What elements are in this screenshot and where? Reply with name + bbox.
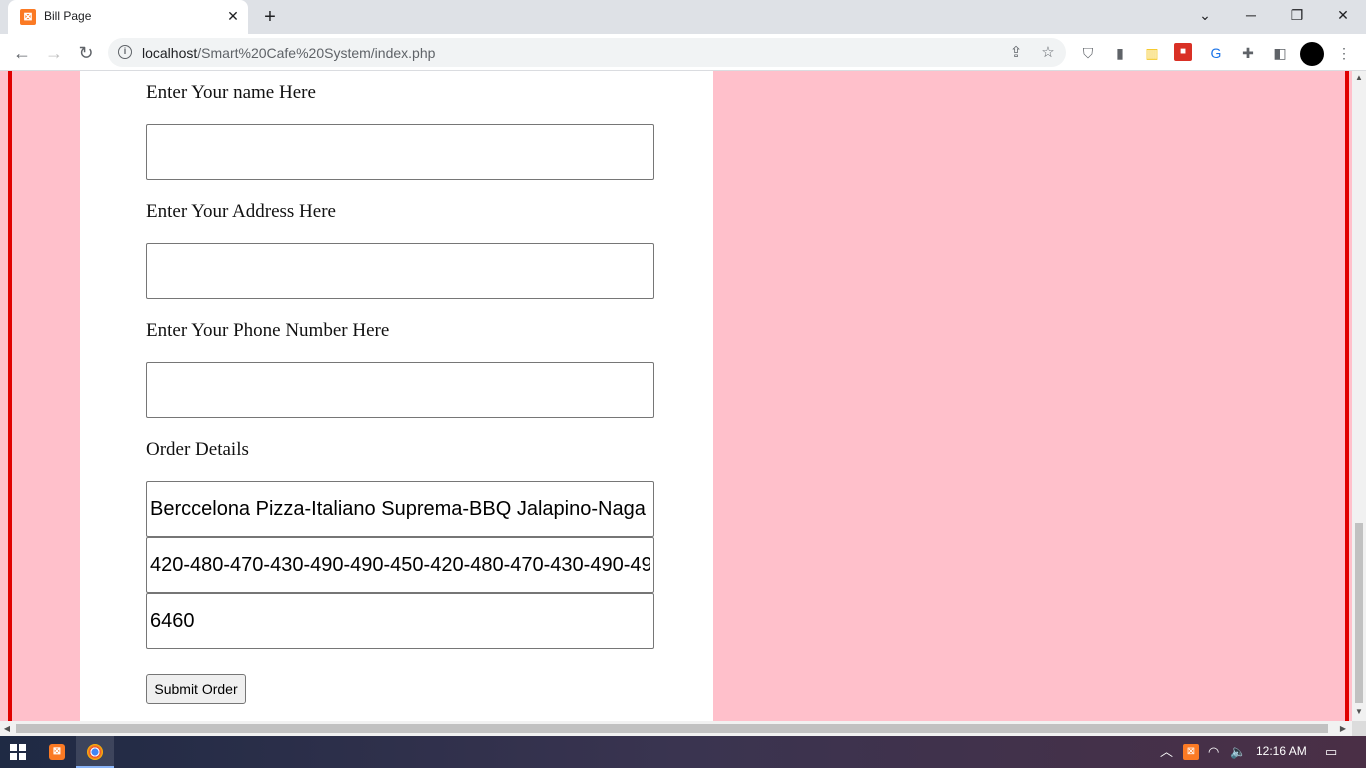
horizontal-scrollbar[interactable]: ◀ ▶ — [0, 721, 1352, 736]
stats-extension-icon[interactable]: ▮ — [1110, 43, 1130, 63]
right-border-accent — [1345, 71, 1349, 721]
bookmark-star-icon[interactable]: ☆ — [1038, 43, 1058, 63]
taskbar-xampp[interactable]: ⊠ — [38, 736, 76, 768]
minimize-icon[interactable]: ─ — [1228, 0, 1274, 30]
side-panel-icon[interactable]: ◧ — [1270, 43, 1290, 63]
xampp-favicon-icon: ⊠ — [20, 9, 36, 25]
left-border-accent — [8, 71, 12, 721]
reload-icon[interactable]: ↻ — [73, 40, 99, 66]
close-window-icon[interactable]: ✕ — [1320, 0, 1366, 30]
vertical-scrollbar[interactable]: ▲ ▼ — [1352, 71, 1366, 721]
taskbar-clock[interactable]: 12:16 AM — [1256, 744, 1307, 758]
scroll-up-arrow-icon[interactable]: ▲ — [1352, 71, 1366, 85]
vertical-scroll-thumb[interactable] — [1355, 523, 1363, 703]
scroll-left-arrow-icon[interactable]: ◀ — [0, 721, 14, 736]
address-bar[interactable]: i localhost/Smart%20Cafe%20System/index.… — [108, 38, 1066, 67]
name-label: Enter Your name Here — [146, 82, 316, 103]
chrome-icon — [87, 744, 103, 760]
tab-bill-page[interactable]: ⊠ Bill Page ✕ — [8, 0, 248, 34]
scroll-corner — [1352, 721, 1366, 736]
profile-avatar[interactable] — [1300, 42, 1324, 66]
order-total-field[interactable] — [146, 593, 654, 649]
close-tab-icon[interactable]: ✕ — [224, 7, 242, 25]
horizontal-scroll-thumb[interactable] — [16, 724, 1328, 733]
menu-kebab-icon[interactable]: ⋮ — [1334, 43, 1354, 63]
address-label: Enter Your Address Here — [146, 201, 336, 222]
tray-xampp-icon[interactable]: ⊠ — [1183, 744, 1199, 760]
url-path: /Smart%20Cafe%20System/index.php — [197, 45, 436, 61]
red-extension-icon[interactable]: ■ — [1174, 43, 1192, 61]
phone-input[interactable] — [146, 362, 654, 418]
back-icon[interactable]: ← — [9, 40, 35, 66]
notification-center-icon[interactable]: ▭ — [1325, 744, 1337, 760]
tab-strip: ⊠ Bill Page ✕ + ⌄ ─ ❐ ✕ — [0, 0, 1366, 34]
tray-overflow-chevron-icon[interactable]: ︿ — [1160, 744, 1173, 760]
xampp-icon: ⊠ — [49, 744, 65, 760]
restore-icon[interactable]: ❐ — [1274, 0, 1320, 30]
chart-extension-icon[interactable]: ▥ — [1142, 43, 1162, 63]
new-tab-icon[interactable]: + — [258, 5, 282, 29]
order-items-field[interactable] — [146, 481, 654, 537]
address-input[interactable] — [146, 243, 654, 299]
wifi-icon[interactable]: ◠ — [1208, 744, 1219, 760]
tab-search-icon[interactable]: ⌄ — [1182, 0, 1228, 30]
url-text: localhost/Smart%20Cafe%20System/index.ph… — [142, 45, 435, 61]
phone-label: Enter Your Phone Number Here — [146, 320, 390, 341]
windows-taskbar: ⊠ ︿ ⊠ ◠ 🔈 12:16 AM ▭ — [0, 736, 1366, 768]
shield-extension-icon[interactable]: ⛉ — [1078, 43, 1098, 63]
submit-order-button[interactable]: Submit Order — [146, 674, 246, 704]
scroll-down-arrow-icon[interactable]: ▼ — [1352, 705, 1366, 719]
windows-start-icon[interactable] — [10, 744, 26, 760]
volume-icon[interactable]: 🔈 — [1230, 744, 1246, 760]
scroll-right-arrow-icon[interactable]: ▶ — [1336, 721, 1350, 736]
taskbar-chrome[interactable] — [76, 736, 114, 768]
order-details-label: Order Details — [146, 439, 249, 460]
translate-extension-icon[interactable]: G — [1206, 43, 1226, 63]
site-info-icon[interactable]: i — [118, 45, 132, 59]
puzzle-extensions-icon[interactable]: ✚ — [1238, 43, 1258, 63]
bill-form: Enter Your name Here Enter Your Address … — [80, 71, 713, 721]
url-host: localhost — [142, 45, 198, 61]
browser-toolbar: ← → ↻ i localhost/Smart%20Cafe%20System/… — [0, 34, 1366, 71]
tab-title: Bill Page — [44, 9, 92, 23]
page-viewport: Enter Your name Here Enter Your Address … — [0, 71, 1352, 721]
share-icon[interactable]: ⇪ — [1006, 43, 1026, 63]
forward-icon[interactable]: → — [41, 40, 67, 66]
name-input[interactable] — [146, 124, 654, 180]
order-prices-field[interactable] — [146, 537, 654, 593]
